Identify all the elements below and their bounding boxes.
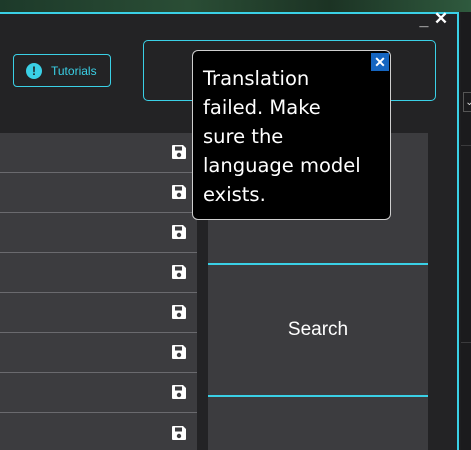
tooltip-message: Translation failed. Make sure the langua… xyxy=(203,67,361,206)
error-tooltip: Translation failed. Make sure the langua… xyxy=(192,50,391,220)
tutorials-button[interactable]: ! Tutorials xyxy=(13,54,111,87)
search-button[interactable]: Search xyxy=(208,265,428,395)
divider xyxy=(461,342,471,343)
list-item[interactable] xyxy=(0,293,197,333)
save-icon[interactable] xyxy=(171,384,187,400)
list-item[interactable] xyxy=(0,333,197,373)
info-icon: ! xyxy=(26,62,42,79)
divider xyxy=(461,145,471,146)
divider xyxy=(208,395,428,397)
tutorials-label: Tutorials xyxy=(51,63,97,78)
save-icon[interactable] xyxy=(171,425,187,441)
save-icon[interactable] xyxy=(171,344,187,360)
item-list xyxy=(0,133,197,450)
tooltip-close-button[interactable]: ✕ xyxy=(371,53,389,71)
save-icon[interactable] xyxy=(171,224,187,240)
list-item[interactable] xyxy=(0,253,197,293)
list-item[interactable] xyxy=(0,373,197,413)
list-item[interactable] xyxy=(0,173,197,213)
app-screen: ⌄ _ ✕ ! Tutorials Search Translation fai… xyxy=(0,0,471,450)
list-item[interactable] xyxy=(0,413,197,450)
save-icon[interactable] xyxy=(171,184,187,200)
minimize-button[interactable]: _ xyxy=(418,13,430,29)
chevron-down-icon[interactable]: ⌄ xyxy=(463,92,471,112)
save-icon[interactable] xyxy=(171,264,187,280)
save-icon[interactable] xyxy=(171,144,187,160)
save-icon[interactable] xyxy=(171,304,187,320)
list-item[interactable] xyxy=(0,213,197,253)
background-window-edge: ⌄ xyxy=(461,12,471,450)
background-strip xyxy=(0,0,471,12)
list-item[interactable] xyxy=(0,133,197,173)
close-window-button[interactable]: ✕ xyxy=(433,10,449,28)
